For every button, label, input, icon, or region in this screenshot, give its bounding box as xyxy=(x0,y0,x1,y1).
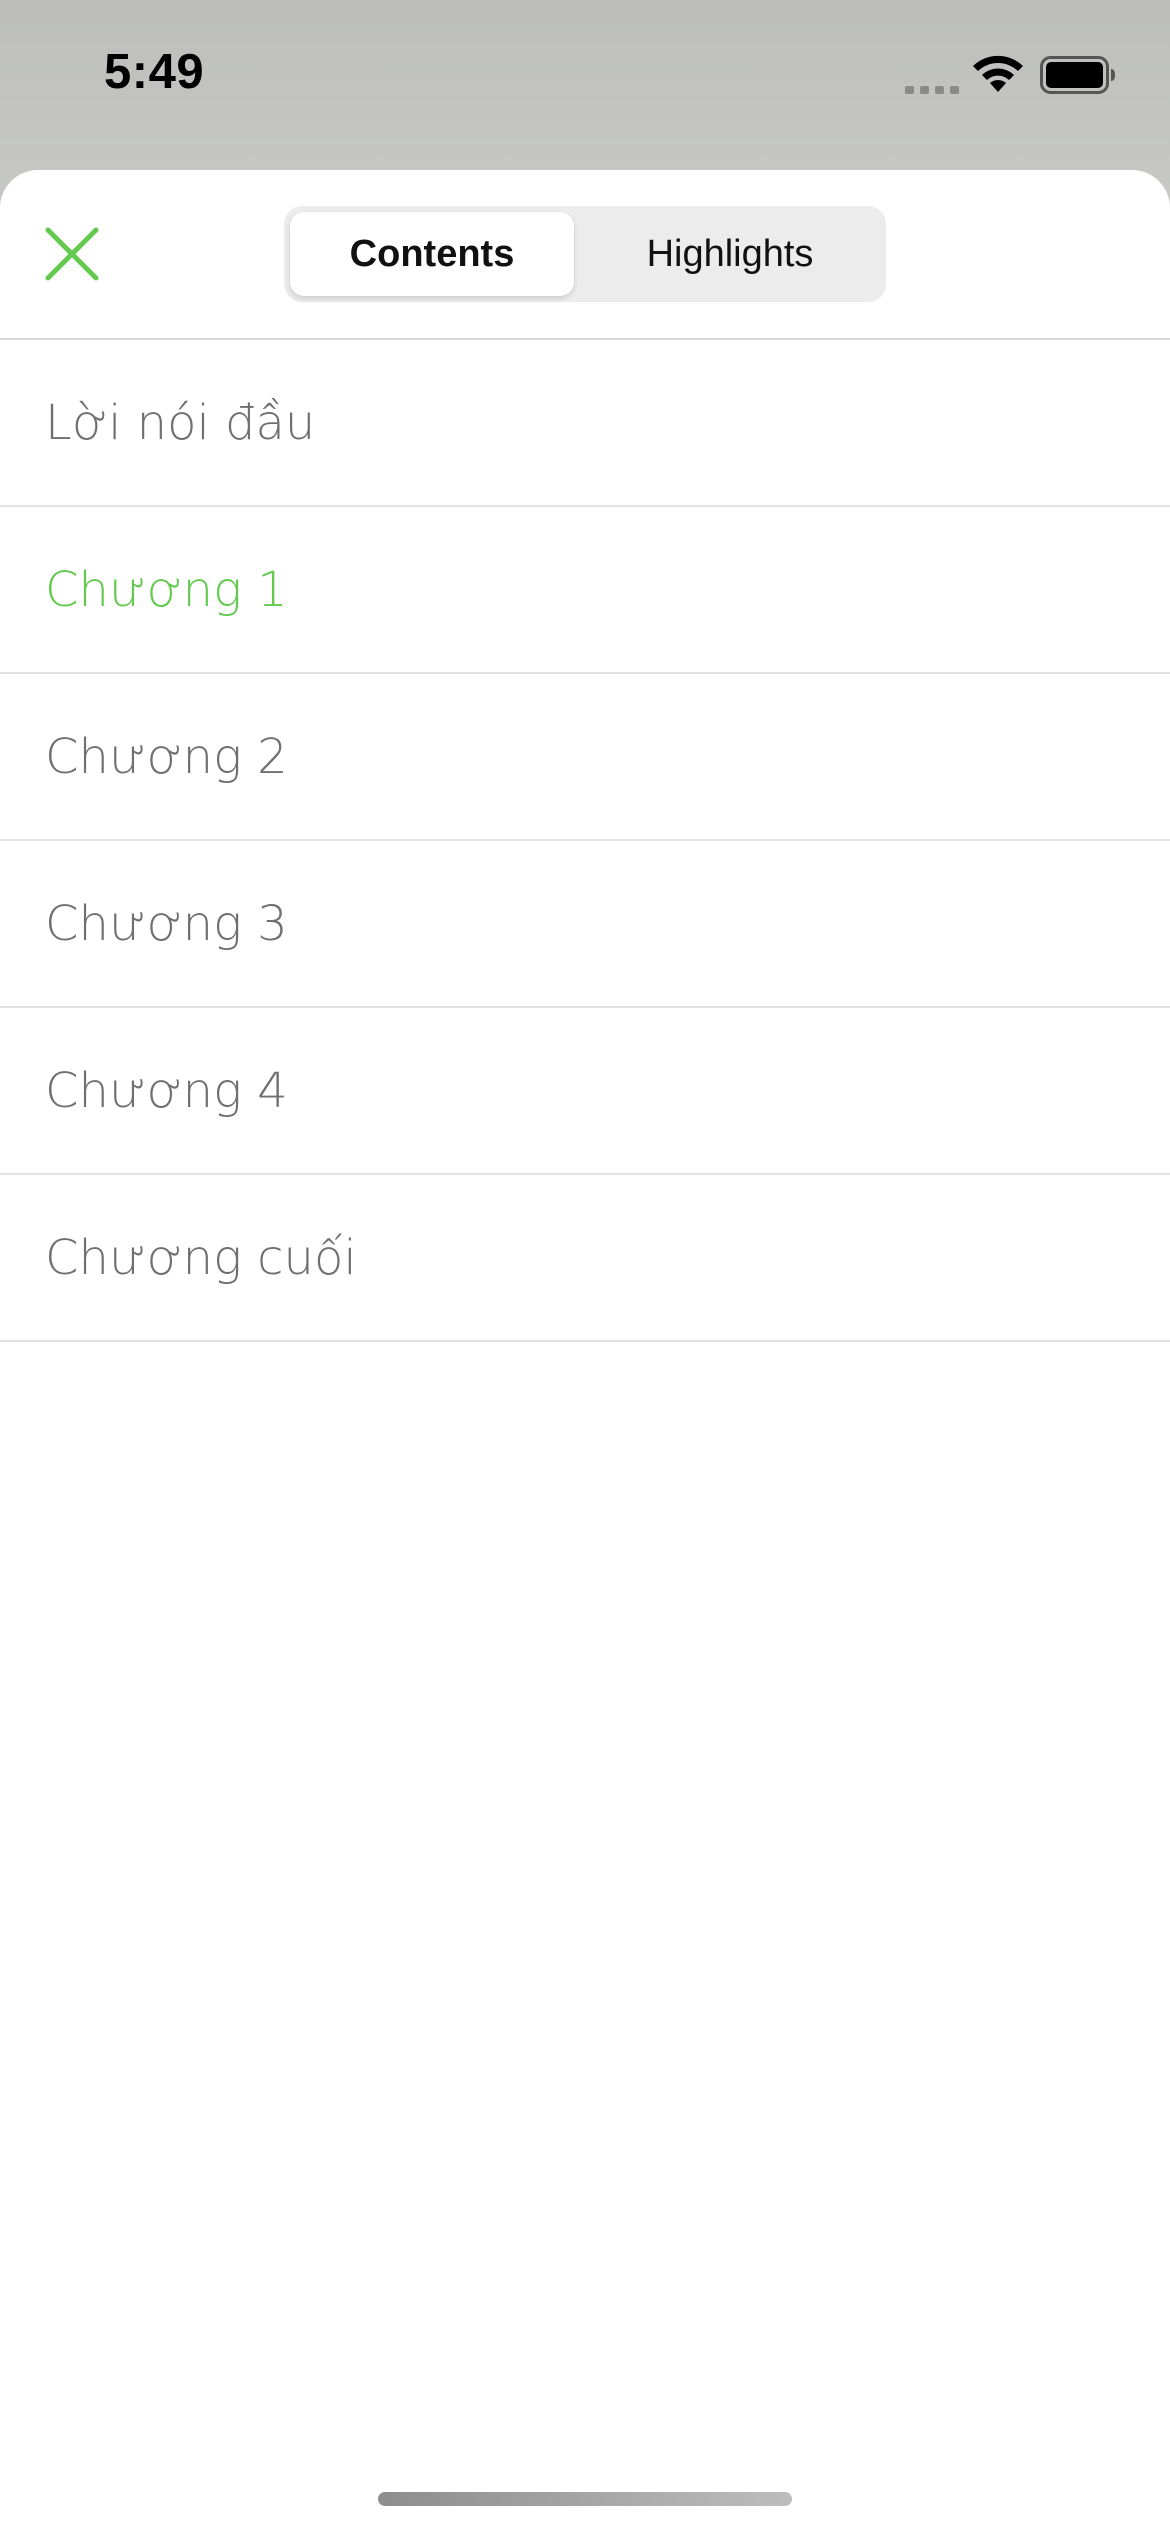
status-bar: 5:49 xyxy=(0,0,1170,150)
cellular-signal-icon xyxy=(905,80,959,94)
contents-sheet: Contents Highlights Lời nói đầu Chương 1… xyxy=(0,170,1170,2532)
toc-item-chuong-2[interactable]: Chương 2 xyxy=(0,674,1170,841)
battery-icon xyxy=(1040,56,1116,94)
tab-contents[interactable]: Contents xyxy=(290,212,574,296)
close-button[interactable] xyxy=(40,222,104,286)
wifi-icon xyxy=(970,54,1026,94)
contents-highlights-segmented-control: Contents Highlights xyxy=(284,206,886,302)
close-icon xyxy=(45,227,99,281)
status-time: 5:49 xyxy=(104,45,205,99)
toc-item-chuong-3[interactable]: Chương 3 xyxy=(0,841,1170,1008)
toc-item-chuong-4[interactable]: Chương 4 xyxy=(0,1008,1170,1175)
toc-item-chuong-cuoi[interactable]: Chương cuối xyxy=(0,1175,1170,1342)
home-indicator[interactable] xyxy=(378,2492,792,2506)
tab-highlights[interactable]: Highlights xyxy=(580,212,880,296)
sheet-header: Contents Highlights xyxy=(0,170,1170,340)
table-of-contents-list: Lời nói đầu Chương 1 Chương 2 Chương 3 C… xyxy=(0,340,1170,1342)
toc-item-loi-noi-dau[interactable]: Lời nói đầu xyxy=(0,340,1170,507)
toc-item-chuong-1[interactable]: Chương 1 xyxy=(0,507,1170,674)
